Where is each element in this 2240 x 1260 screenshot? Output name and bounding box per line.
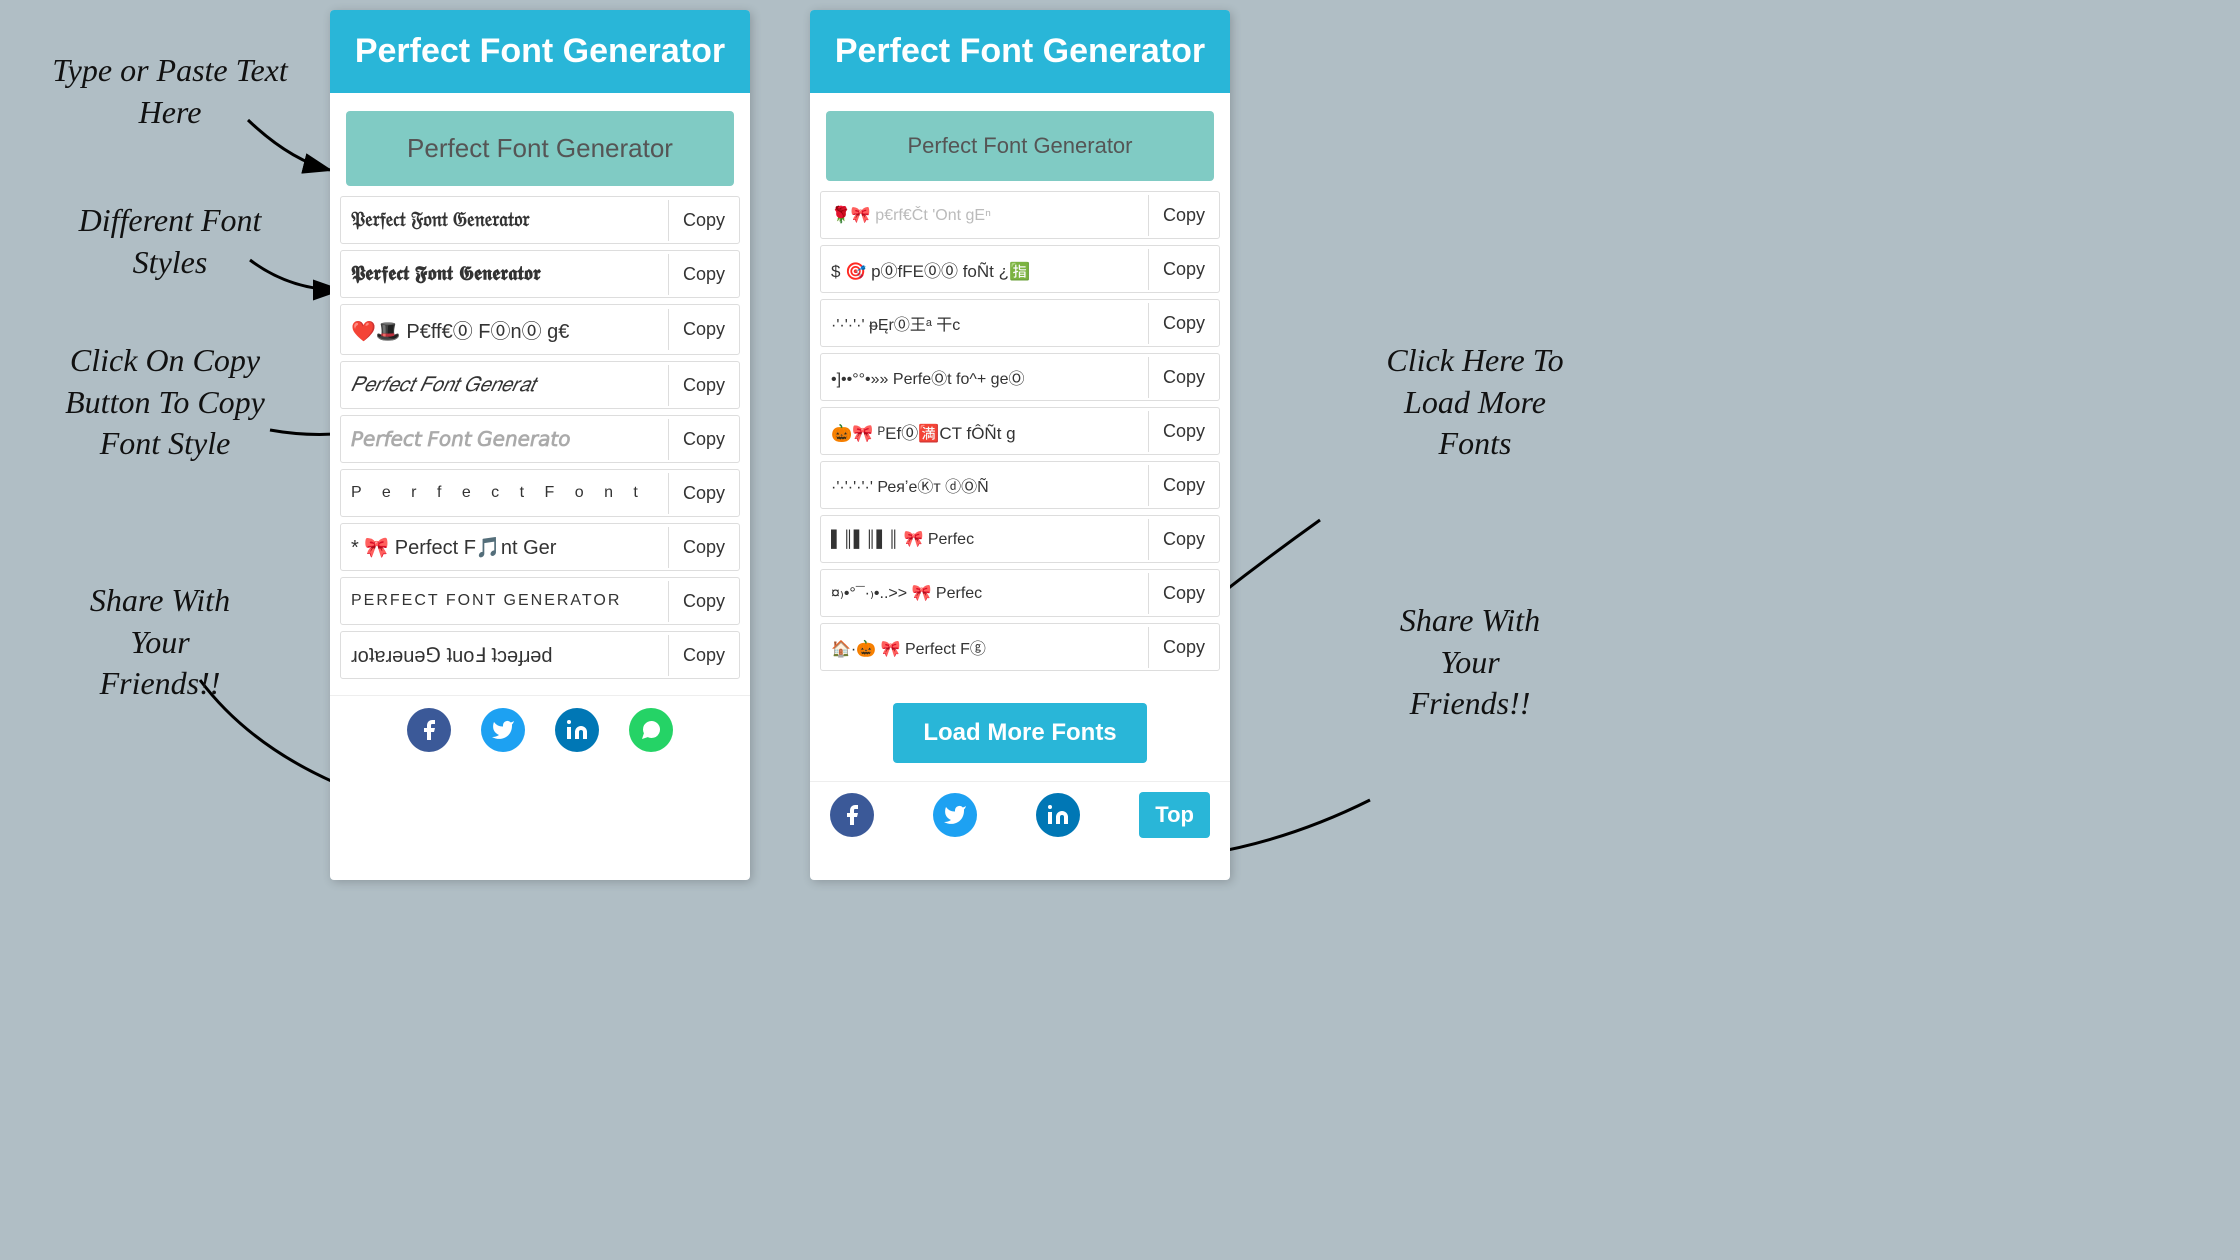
twitter-icon[interactable] — [481, 708, 525, 752]
font-display: ·'·'·'·'·' РеяʼеⓀт ⓓⓄÑ — [821, 462, 1148, 508]
copy-button[interactable]: Copy — [668, 527, 739, 568]
font-display: ɹoʇɐɹǝuǝ⅁ ʇuoℲ ʇɔǝɟɹǝd — [341, 632, 668, 678]
twitter-icon-2[interactable] — [933, 793, 977, 837]
font-display: ▌║▌║▌║ 🎀 Perfec — [821, 516, 1148, 562]
copy-button[interactable]: Copy — [668, 581, 739, 622]
font-display: 🌹🎀 p€rf€Čt 'Ont gEⁿ — [821, 192, 1148, 238]
table-row: ▌║▌║▌║ 🎀 Perfec Copy — [820, 515, 1220, 563]
copy-button[interactable]: Copy — [668, 254, 739, 295]
font-display: 𝑃𝑒𝑟𝑓𝑒𝑐𝑡 𝐹𝑜𝑛𝑡 𝐺𝑒𝑛𝑒𝑟𝑎𝑡 — [341, 362, 668, 408]
copy-button[interactable]: Copy — [668, 635, 739, 676]
copy-button[interactable]: Copy — [1148, 519, 1219, 560]
copy-button[interactable]: Copy — [1148, 573, 1219, 614]
whatsapp-icon[interactable] — [629, 708, 673, 752]
copy-button[interactable]: Copy — [668, 419, 739, 460]
font-display: ❤️🎩 P€ff€⓪ F⓪n⓪ g€ — [341, 305, 668, 354]
facebook-icon[interactable] — [407, 708, 451, 752]
copy-button[interactable]: Copy — [1148, 627, 1219, 668]
table-row: ❤️🎩 P€ff€⓪ F⓪n⓪ g€ Copy — [340, 304, 740, 355]
table-row: ɹoʇɐɹǝuǝ⅁ ʇuoℲ ʇɔǝɟɹǝd Copy — [340, 631, 740, 679]
font-display: 𝘗𝘦𝘳𝘧𝘦𝘤𝘵 𝘍𝘰𝘯𝘵 𝘎𝘦𝘯𝘦𝘳𝘢𝘵𝘰 — [341, 416, 668, 462]
font-display: 𝕻𝖊𝖗𝖋𝖊𝖈𝖙 𝕱𝖔𝖓𝖙 𝕲𝖊𝖓𝖊𝖗𝖆𝖙𝖔𝖗 — [341, 251, 668, 297]
table-row: 🌹🎀 p€rf€Čt 'Ont gEⁿ Copy — [820, 191, 1220, 239]
social-bar-2: Top — [810, 781, 1230, 850]
panel-1: Perfect Font Generator 𝔓𝔢𝔯𝔣𝔢𝔠𝔱 𝔉𝔬𝔫𝔱 𝔊𝔢𝔫𝔢… — [330, 10, 750, 880]
font-display: ¤₎•°¯·₎•..>> 🎀 Perfec — [821, 570, 1148, 616]
copy-button[interactable]: Copy — [1148, 357, 1219, 398]
panel-2: Perfect Font Generator 🌹🎀 p€rf€Čt 'Ont g… — [810, 10, 1230, 880]
load-more-button[interactable]: Load More Fonts — [893, 703, 1146, 763]
font-display: •]••°°•»» PеrfеⓄt fo^+ geⓄ — [821, 354, 1148, 400]
annotation-click-load: Click Here ToLoad MoreFonts — [1330, 340, 1620, 465]
annotation-click-copy: Click On CopyButton To CopyFont Style — [20, 340, 310, 465]
font-display: ·'·'·'·' ᵽĘr⓪王ᵃ 干c — [821, 300, 1148, 346]
table-row: 🎃🎀 ᴾEf⓪🈵CT fÔÑt g Copy — [820, 407, 1220, 455]
copy-button[interactable]: Copy — [668, 309, 739, 350]
table-row: ·'·'·'·' ᵽĘr⓪王ᵃ 干c Copy — [820, 299, 1220, 347]
copy-button[interactable]: Copy — [1148, 411, 1219, 452]
copy-button[interactable]: Copy — [1148, 465, 1219, 506]
annotation-share-right: Share WithYourFriends!! — [1350, 600, 1590, 725]
linkedin-icon-2[interactable] — [1036, 793, 1080, 837]
copy-button[interactable]: Copy — [1148, 195, 1219, 236]
font-display: 🏠·🎃 🎀 Perfect Fⓖ — [821, 624, 1148, 670]
panel1-header: Perfect Font Generator — [330, 10, 750, 93]
table-row: ¤₎•°¯·₎•..>> 🎀 Perfec Copy — [820, 569, 1220, 617]
font-list-2: 🌹🎀 p€rf€Čt 'Ont gEⁿ Copy $ 🎯 p⓪fFE⓪⓪ foÑ… — [810, 191, 1230, 687]
annotation-type-paste: Type or Paste TextHere — [30, 50, 310, 133]
table-row: 𝕻𝖊𝖗𝖋𝖊𝖈𝖙 𝕱𝖔𝖓𝖙 𝕲𝖊𝖓𝖊𝖗𝖆𝖙𝖔𝖗 Copy — [340, 250, 740, 298]
font-display: 𝔓𝔢𝔯𝔣𝔢𝔠𝔱 𝔉𝔬𝔫𝔱 𝔊𝔢𝔫𝔢𝔯𝔞𝔱𝔬𝔯 — [341, 197, 668, 243]
copy-button[interactable]: Copy — [668, 473, 739, 514]
font-display: P e r f e c t F o n t — [341, 470, 668, 516]
text-input[interactable] — [346, 111, 734, 186]
annotation-diff-font: Different FontStyles — [30, 200, 310, 283]
font-list-1: 𝔓𝔢𝔯𝔣𝔢𝔠𝔱 𝔉𝔬𝔫𝔱 𝔊𝔢𝔫𝔢𝔯𝔞𝔱𝔬𝔯 Copy 𝕻𝖊𝖗𝖋𝖊𝖈𝖙 𝕱𝖔𝖓𝖙… — [330, 196, 750, 695]
annotation-share-left: Share WithYourFriends!! — [40, 580, 280, 705]
table-row: 𝔓𝔢𝔯𝔣𝔢𝔠𝔱 𝔉𝔬𝔫𝔱 𝔊𝔢𝔫𝔢𝔯𝔞𝔱𝔬𝔯 Copy — [340, 196, 740, 244]
table-row: ·'·'·'·'·' РеяʼеⓀт ⓓⓄÑ Copy — [820, 461, 1220, 509]
font-display: 🎃🎀 ᴾEf⓪🈵CT fÔÑt g — [821, 408, 1148, 454]
font-display: * 🎀 Perfect F🎵nt Ger — [341, 524, 668, 570]
top-button[interactable]: Top — [1139, 792, 1210, 838]
copy-button[interactable]: Copy — [668, 365, 739, 406]
linkedin-icon[interactable] — [555, 708, 599, 752]
table-row: P e r f e c t F o n t Copy — [340, 469, 740, 517]
table-row: 𝑃𝑒𝑟𝑓𝑒𝑐𝑡 𝐹𝑜𝑛𝑡 𝐺𝑒𝑛𝑒𝑟𝑎𝑡 Copy — [340, 361, 740, 409]
copy-button[interactable]: Copy — [1148, 249, 1219, 290]
panel2-header: Perfect Font Generator — [810, 10, 1230, 93]
text-input-2[interactable] — [826, 111, 1214, 181]
table-row: 𝘗𝘦𝘳𝘧𝘦𝘤𝘵 𝘍𝘰𝘯𝘵 𝘎𝘦𝘯𝘦𝘳𝘢𝘵𝘰 Copy — [340, 415, 740, 463]
copy-button[interactable]: Copy — [668, 200, 739, 241]
table-row: $ 🎯 p⓪fFE⓪⓪ foÑt ¿🈯 Copy — [820, 245, 1220, 293]
copy-button[interactable]: Copy — [1148, 303, 1219, 344]
table-row: PERFECT FONT GENERATOR Copy — [340, 577, 740, 625]
social-bar-1 — [330, 695, 750, 766]
font-display: PERFECT FONT GENERATOR — [341, 578, 668, 624]
facebook-icon-2[interactable] — [830, 793, 874, 837]
table-row: 🏠·🎃 🎀 Perfect Fⓖ Copy — [820, 623, 1220, 671]
table-row: * 🎀 Perfect F🎵nt Ger Copy — [340, 523, 740, 571]
font-display: $ 🎯 p⓪fFE⓪⓪ foÑt ¿🈯 — [821, 246, 1148, 292]
table-row: •]••°°•»» PеrfеⓄt fo^+ geⓄ Copy — [820, 353, 1220, 401]
